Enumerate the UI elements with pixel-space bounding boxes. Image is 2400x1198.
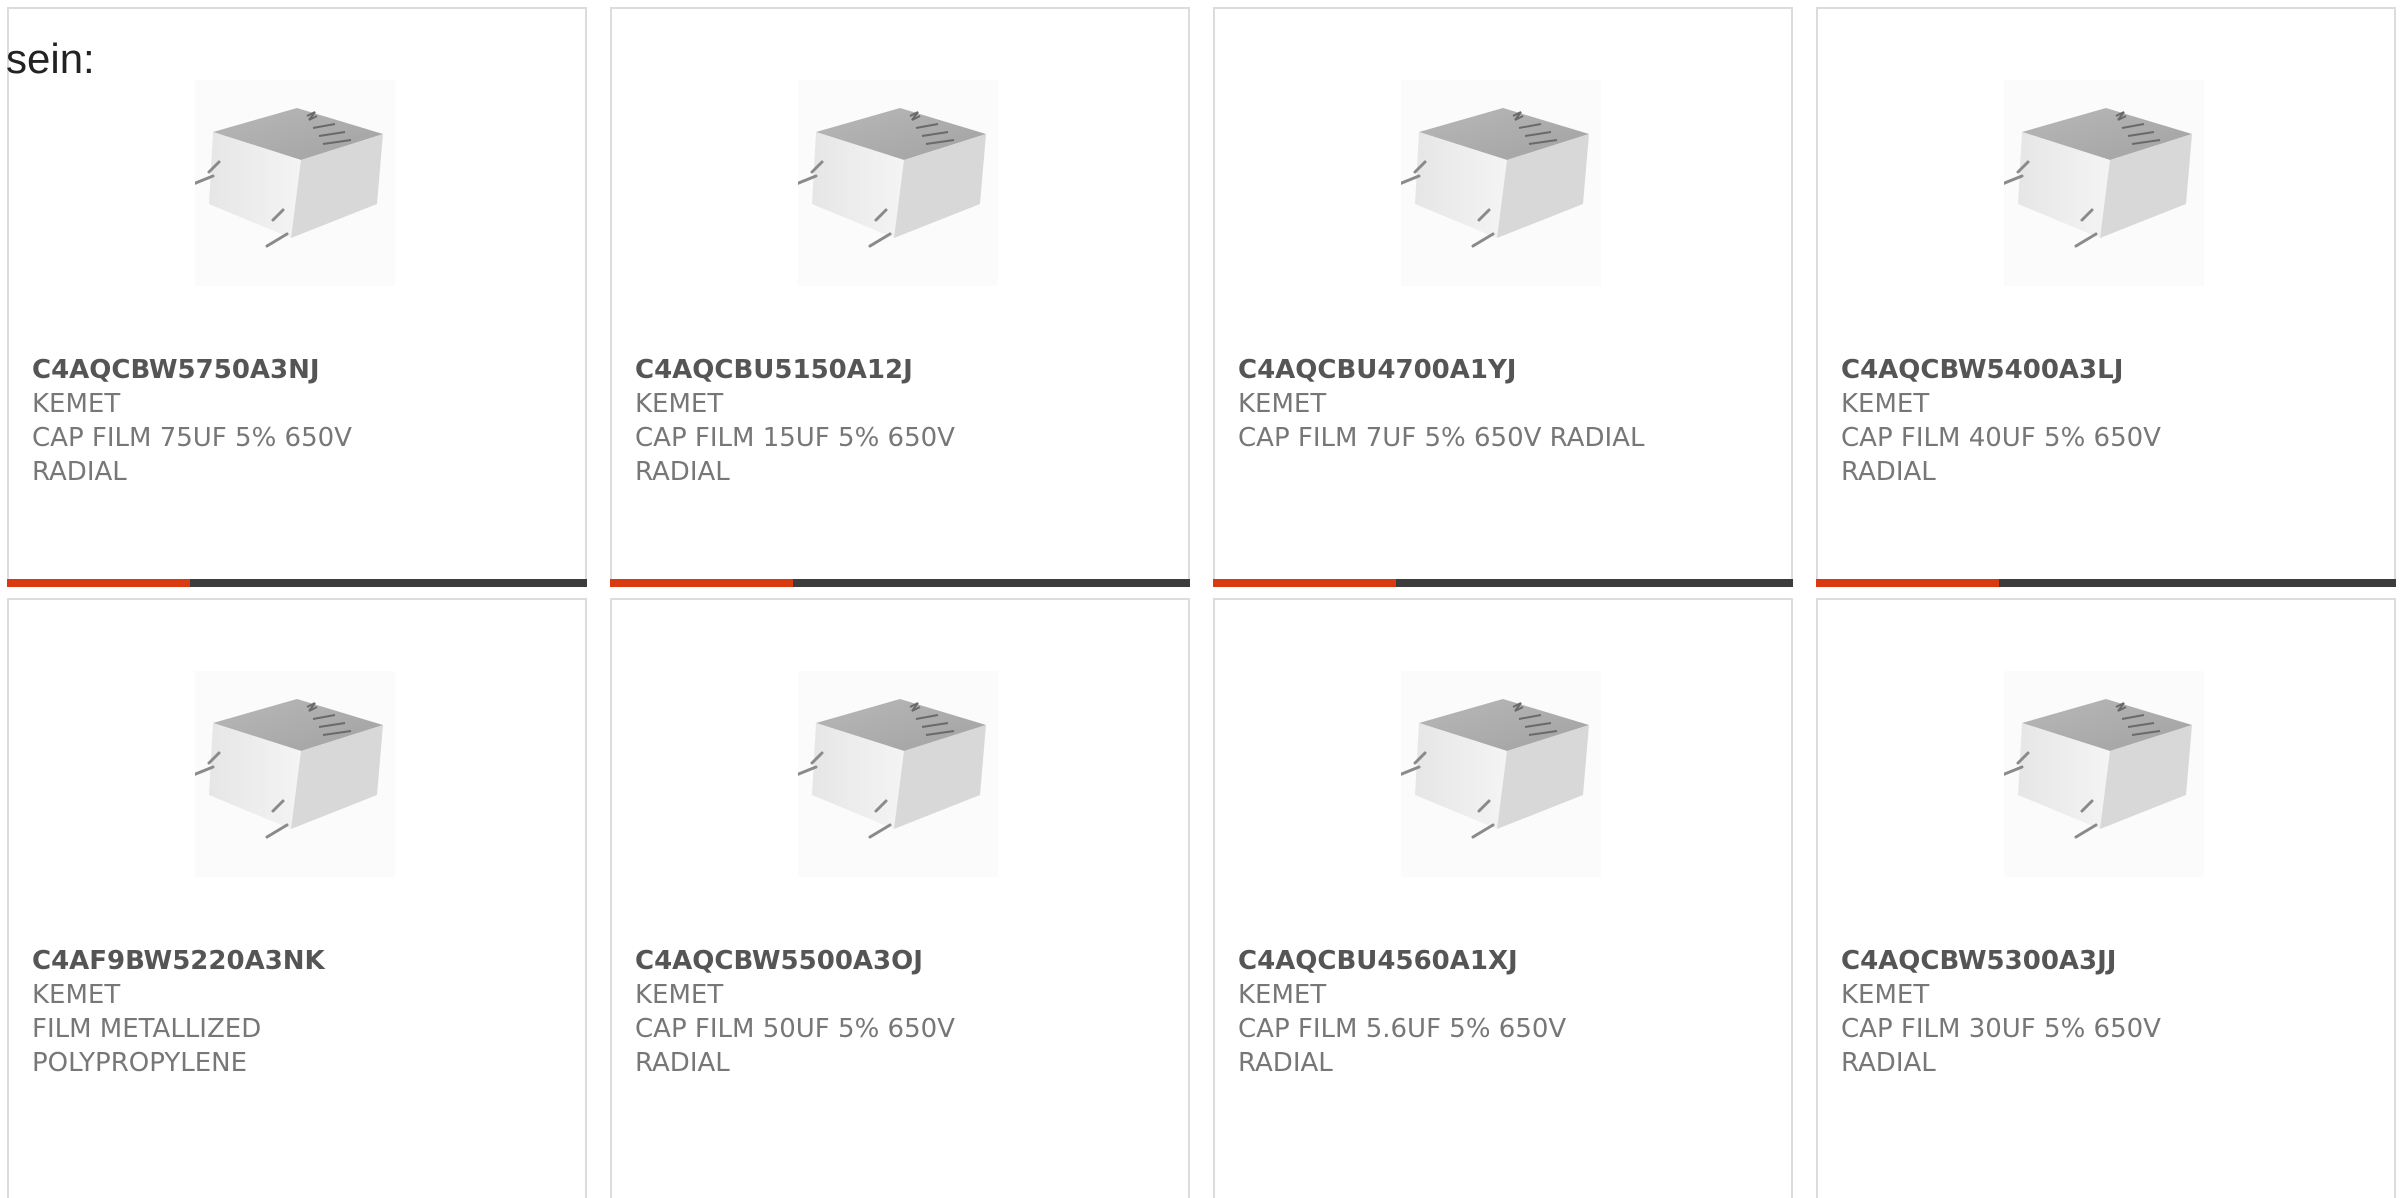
product-image[interactable] bbox=[1401, 671, 1601, 877]
product-info: C4AQCBW5500A3OJ KEMET CAP FILM 50UF 5% 6… bbox=[635, 944, 1168, 1080]
product-image[interactable] bbox=[195, 671, 395, 877]
product-card[interactable]: C4AQCBW5300A3JJ KEMET CAP FILM 30UF 5% 6… bbox=[1816, 598, 2396, 1198]
description: CAP FILM 30UF 5% 650V RADIAL bbox=[1841, 1014, 2161, 1078]
description: FILM METALLIZED POLYPROPYLENE bbox=[32, 1014, 262, 1078]
product-card[interactable]: C4AQCBW5750A3NJ KEMET CAP FILM 75UF 5% 6… bbox=[7, 7, 587, 587]
manufacturer: KEMET bbox=[1841, 389, 1930, 419]
manufacturer: KEMET bbox=[1841, 980, 1930, 1010]
product-info: C4AQCBW5400A3LJ KEMET CAP FILM 40UF 5% 6… bbox=[1841, 353, 2374, 489]
product-card[interactable]: C4AQCBU4700A1YJ KEMET CAP FILM 7UF 5% 65… bbox=[1213, 7, 1793, 587]
product-image[interactable] bbox=[2004, 671, 2204, 877]
part-number[interactable]: C4AQCBU5150A12J bbox=[635, 353, 1168, 387]
product-image[interactable] bbox=[798, 671, 998, 877]
part-number[interactable]: C4AF9BW5220A3NK bbox=[32, 944, 565, 978]
manufacturer: KEMET bbox=[1238, 980, 1327, 1010]
product-card[interactable]: C4AQCBW5400A3LJ KEMET CAP FILM 40UF 5% 6… bbox=[1816, 7, 2396, 587]
card-accent bbox=[1816, 579, 1999, 587]
part-number[interactable]: C4AQCBW5300A3JJ bbox=[1841, 944, 2374, 978]
part-number[interactable]: C4AQCBW5750A3NJ bbox=[32, 353, 565, 387]
intro-text: sein: bbox=[6, 35, 95, 82]
product-card[interactable]: C4AF9BW5220A3NK KEMET FILM METALLIZED PO… bbox=[7, 598, 587, 1198]
description: CAP FILM 40UF 5% 650V RADIAL bbox=[1841, 423, 2161, 487]
part-number[interactable]: C4AQCBW5500A3OJ bbox=[635, 944, 1168, 978]
product-info: C4AQCBU4700A1YJ KEMET CAP FILM 7UF 5% 65… bbox=[1238, 353, 1771, 455]
manufacturer: KEMET bbox=[635, 389, 724, 419]
card-accent bbox=[1213, 579, 1396, 587]
manufacturer: KEMET bbox=[32, 389, 121, 419]
product-grid: C4AQCBW5750A3NJ KEMET CAP FILM 75UF 5% 6… bbox=[7, 7, 2396, 1198]
description: CAP FILM 75UF 5% 650V RADIAL bbox=[32, 423, 352, 487]
product-card[interactable]: C4AQCBW5500A3OJ KEMET CAP FILM 50UF 5% 6… bbox=[610, 598, 1190, 1198]
product-card[interactable]: C4AQCBU4560A1XJ KEMET CAP FILM 5.6UF 5% … bbox=[1213, 598, 1793, 1198]
product-image[interactable] bbox=[2004, 80, 2204, 286]
description: CAP FILM 7UF 5% 650V RADIAL bbox=[1238, 423, 1645, 453]
description: CAP FILM 50UF 5% 650V RADIAL bbox=[635, 1014, 955, 1078]
card-footer-bar bbox=[1213, 579, 1793, 587]
product-info: C4AF9BW5220A3NK KEMET FILM METALLIZED PO… bbox=[32, 944, 565, 1080]
product-info: C4AQCBU5150A12J KEMET CAP FILM 15UF 5% 6… bbox=[635, 353, 1168, 489]
card-footer-bar bbox=[7, 579, 587, 587]
manufacturer: KEMET bbox=[635, 980, 724, 1010]
product-image[interactable] bbox=[1401, 80, 1601, 286]
product-info: C4AQCBU4560A1XJ KEMET CAP FILM 5.6UF 5% … bbox=[1238, 944, 1771, 1080]
description: CAP FILM 15UF 5% 650V RADIAL bbox=[635, 423, 955, 487]
card-accent bbox=[7, 579, 190, 587]
product-card[interactable]: C4AQCBU5150A12J KEMET CAP FILM 15UF 5% 6… bbox=[610, 7, 1190, 587]
description: CAP FILM 5.6UF 5% 650V RADIAL bbox=[1238, 1014, 1567, 1078]
card-footer-bar bbox=[1816, 579, 2396, 587]
part-number[interactable]: C4AQCBW5400A3LJ bbox=[1841, 353, 2374, 387]
card-accent bbox=[610, 579, 793, 587]
product-info: C4AQCBW5300A3JJ KEMET CAP FILM 30UF 5% 6… bbox=[1841, 944, 2374, 1080]
manufacturer: KEMET bbox=[32, 980, 121, 1010]
part-number[interactable]: C4AQCBU4700A1YJ bbox=[1238, 353, 1771, 387]
manufacturer: KEMET bbox=[1238, 389, 1327, 419]
card-footer-bar bbox=[610, 579, 1190, 587]
product-image[interactable] bbox=[195, 80, 395, 286]
part-number[interactable]: C4AQCBU4560A1XJ bbox=[1238, 944, 1771, 978]
product-image[interactable] bbox=[798, 80, 998, 286]
product-info: C4AQCBW5750A3NJ KEMET CAP FILM 75UF 5% 6… bbox=[32, 353, 565, 489]
